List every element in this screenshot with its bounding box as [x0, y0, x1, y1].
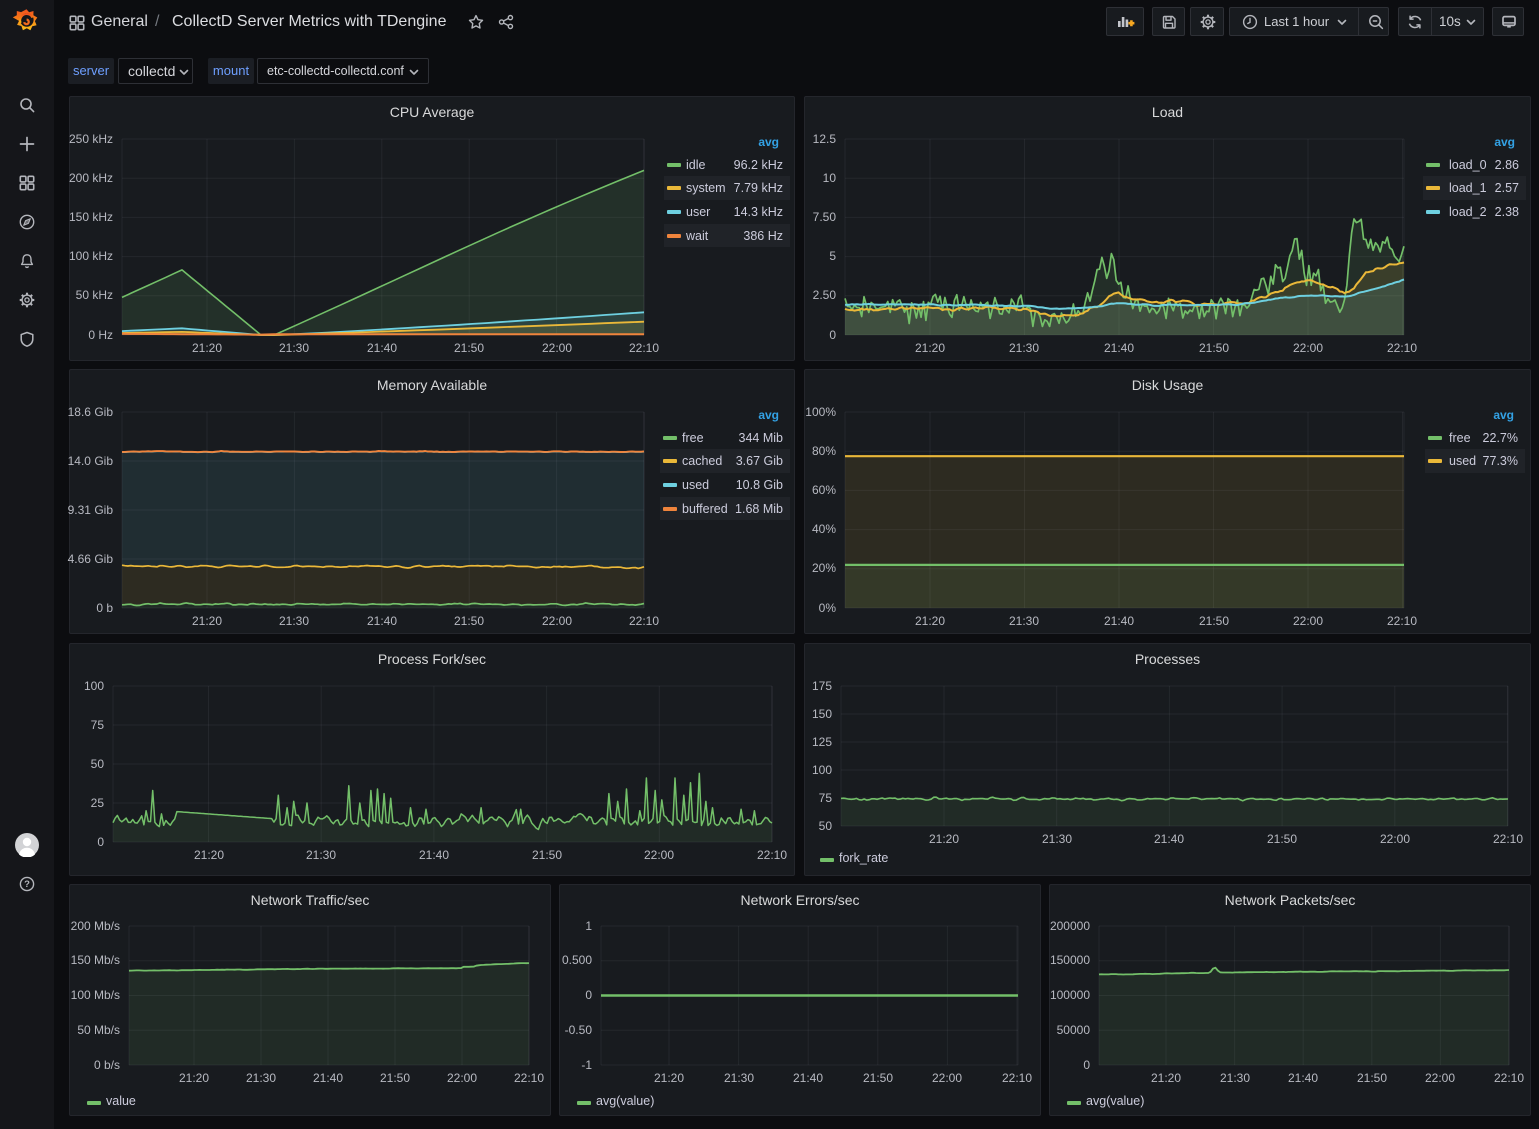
- svg-text:?: ?: [24, 879, 30, 890]
